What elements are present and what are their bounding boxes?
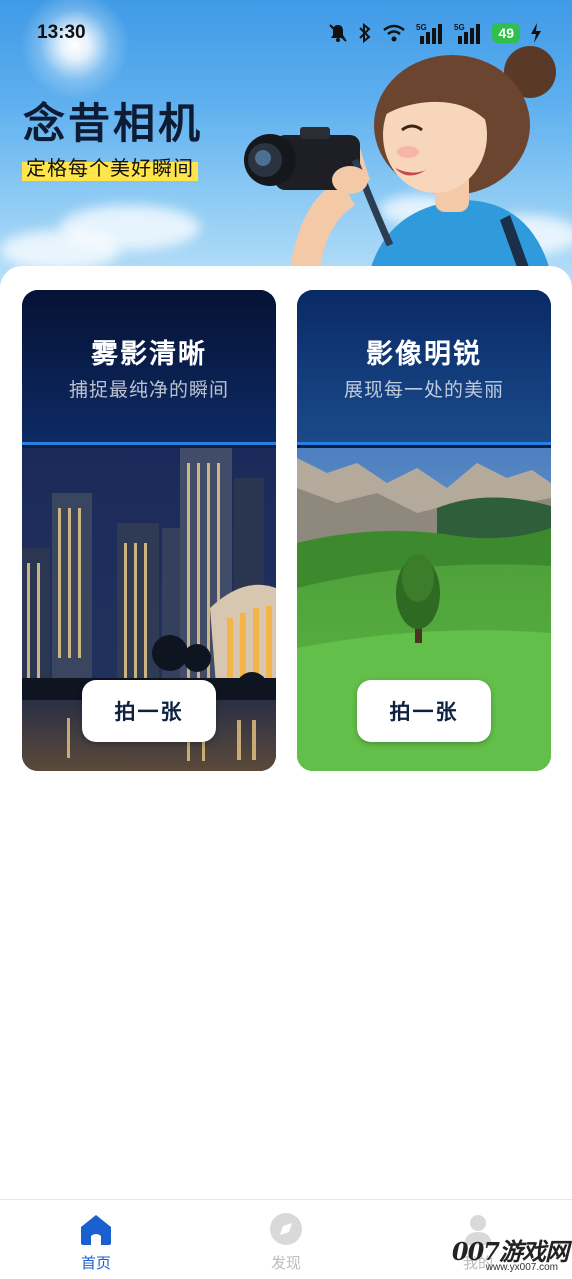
battery-icon: 49	[492, 23, 520, 43]
card-header: 雾影清晰 捕捉最纯净的瞬间	[22, 290, 276, 445]
mute-bell-icon	[329, 24, 348, 42]
signal-label: 5G	[416, 23, 427, 32]
take-photo-button[interactable]: 拍一张	[82, 680, 216, 742]
nav-label: 发现	[270, 1254, 301, 1272]
charging-icon	[531, 23, 541, 43]
wifi-icon	[383, 24, 406, 42]
mode-card-sharpen[interactable]: 影像明锐 展现每一处的美丽 拍一张	[297, 290, 551, 771]
nav-item-home[interactable]: 首页	[56, 1212, 136, 1273]
app-title: 念昔相机	[23, 99, 204, 148]
card-header: 影像明锐 展现每一处的美丽	[297, 290, 551, 445]
take-photo-button[interactable]: 拍一张	[357, 680, 491, 742]
nav-item-discover[interactable]: 发现	[246, 1212, 326, 1273]
home-icon	[81, 1215, 111, 1245]
bluetooth-icon	[359, 23, 371, 43]
compass-icon	[270, 1213, 302, 1245]
card-subtitle: 捕捉最纯净的瞬间	[68, 379, 229, 401]
signal-5g-icon: 5G	[454, 23, 481, 44]
status-time: 13:30	[37, 22, 86, 43]
watermark-url: www.yx007.com	[485, 1262, 558, 1273]
card-title: 影像明锐	[366, 339, 482, 370]
status-bar: 13:30 5G 5G 49	[0, 0, 572, 64]
nav-label: 首页	[80, 1254, 111, 1272]
card-subtitle: 展现每一处的美丽	[343, 379, 504, 401]
app-tagline: 定格每个美好瞬间	[22, 152, 198, 181]
cloud	[0, 230, 120, 270]
mode-card-defog[interactable]: 雾影清晰 捕捉最纯净的瞬间 拍一张	[22, 290, 276, 771]
status-icons: 5G 5G 49	[328, 22, 542, 44]
signal-5g-icon: 5G	[416, 23, 443, 44]
signal-label: 5G	[454, 23, 465, 32]
hero-illustration	[244, 46, 556, 270]
card-title: 雾影清晰	[91, 339, 207, 370]
